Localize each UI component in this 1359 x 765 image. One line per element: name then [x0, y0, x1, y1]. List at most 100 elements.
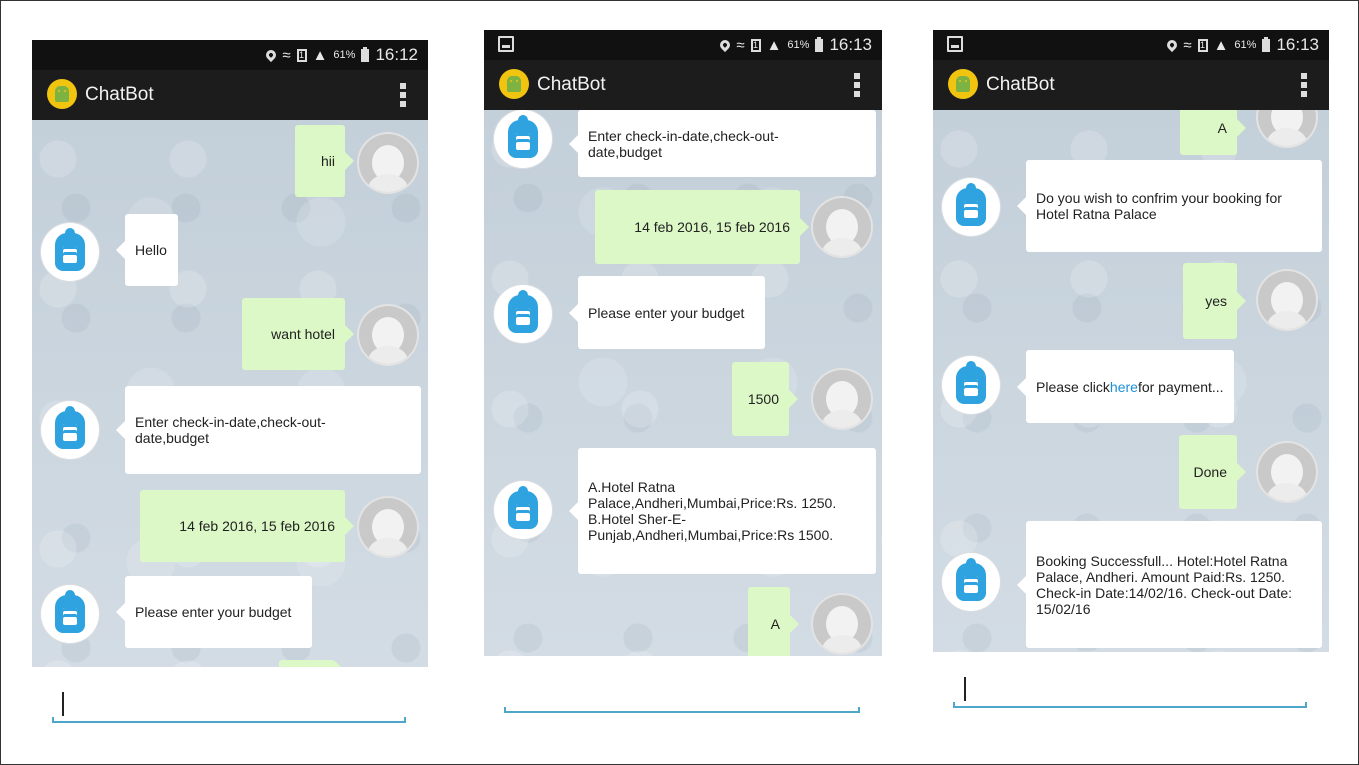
- message-text: hii: [320, 153, 335, 169]
- location-icon: [264, 47, 279, 63]
- user-avatar-icon: [359, 134, 417, 192]
- battery-percent: 61%: [1234, 39, 1257, 51]
- message-input[interactable]: [933, 652, 1329, 740]
- battery-icon: [815, 36, 824, 52]
- text-caret: [62, 692, 64, 716]
- message-text: 1500: [747, 391, 779, 407]
- app-bar: ChatBot: [933, 60, 1329, 110]
- phone-screen-3: ≈ 1 ▲ 61% 16:13 ChatBot A Do you wish to…: [933, 30, 1329, 740]
- message-text: Please enter your budget: [588, 304, 745, 321]
- bot-avatar-icon: [942, 553, 1000, 611]
- chat-list[interactable]: hii Hello want hotel Enter check-in-date…: [32, 120, 428, 667]
- user-avatar-icon: [359, 498, 417, 556]
- bot-avatar-icon: [494, 110, 552, 168]
- bot-avatar-icon: [942, 178, 1000, 236]
- user-avatar-icon: [359, 306, 417, 364]
- bot-message: Please enter your budget: [569, 276, 765, 349]
- overflow-menu-icon[interactable]: [1301, 73, 1307, 97]
- clock: 16:13: [1276, 35, 1319, 54]
- user-avatar-icon: [1258, 443, 1316, 501]
- message-text: want hotel: [271, 326, 335, 342]
- bot-message: Hello: [116, 214, 178, 286]
- input-underline: [953, 702, 1307, 708]
- bot-avatar-icon: [41, 401, 99, 459]
- sim-icon: 1: [296, 48, 307, 62]
- bot-message: Booking Successfull... Hotel:Hotel Ratna…: [1017, 521, 1322, 648]
- payment-link[interactable]: here: [1110, 379, 1138, 395]
- message-text: A: [770, 616, 780, 632]
- message-text: Enter check-in-date,check-out-date,budge…: [588, 127, 779, 160]
- app-logo-icon: [499, 69, 529, 99]
- user-message: A: [748, 587, 799, 656]
- battery-percent: 61%: [333, 49, 356, 61]
- app-title: ChatBot: [537, 74, 606, 95]
- app-logo-icon: [47, 79, 77, 109]
- message-text: 14 feb 2016, 15 feb 2016: [634, 219, 790, 235]
- user-message: 1500: [732, 362, 798, 436]
- signal-icon: ▲: [312, 46, 328, 64]
- input-underline: [504, 707, 860, 713]
- message-text: Done: [1193, 464, 1227, 480]
- wifi-icon: ≈: [736, 36, 745, 54]
- message-input[interactable]: [484, 656, 882, 748]
- message-text: Please clickherefor payment...: [1036, 378, 1224, 395]
- text-caret: [964, 677, 966, 701]
- location-icon: [718, 37, 733, 53]
- user-message: 14 feb 2016, 15 feb 2016: [595, 190, 809, 264]
- message-text: Do you wish to confrim your booking for …: [1036, 190, 1282, 222]
- overflow-menu-icon[interactable]: [854, 73, 860, 97]
- user-avatar-icon: [813, 370, 871, 428]
- overflow-menu-icon[interactable]: [400, 83, 406, 107]
- notification-icon: [498, 36, 514, 52]
- bot-message: Enter check-in-date,check-out-date,budge…: [116, 386, 421, 474]
- message-text: A: [1217, 119, 1227, 136]
- message-text: Hello: [135, 242, 167, 258]
- wifi-icon: ≈: [1183, 36, 1192, 54]
- message-text: 14 feb 2016, 15 feb 2016: [179, 518, 335, 534]
- chat-list[interactable]: A Do you wish to confrim your booking fo…: [933, 110, 1329, 652]
- clock: 16:13: [829, 35, 872, 54]
- user-message: yes: [1183, 263, 1246, 339]
- message-text: yes: [1205, 293, 1227, 309]
- bot-avatar-icon: [494, 481, 552, 539]
- wifi-icon: ≈: [282, 46, 291, 64]
- message-text: A.Hotel Ratna Palace,Andheri,Mumbai,Pric…: [588, 479, 837, 543]
- notification-icon: [947, 36, 963, 52]
- app-logo-icon: [948, 69, 978, 99]
- user-avatar-icon: [1258, 271, 1316, 329]
- phone-screen-2: ≈ 1 ▲ 61% 16:13 ChatBot Enter check-in-d…: [484, 30, 882, 748]
- phone-screen-1: ≈ 1 ▲ 61% 16:12 ChatBot hii Hello want h…: [32, 40, 428, 740]
- input-underline: [52, 717, 406, 723]
- app-bar: ChatBot: [484, 60, 882, 110]
- user-avatar-icon: [1258, 110, 1316, 146]
- message-input[interactable]: [32, 667, 428, 740]
- user-message: hii: [295, 125, 354, 197]
- app-title: ChatBot: [986, 74, 1055, 95]
- bot-message: Please enter your budget: [116, 576, 312, 648]
- app-bar: ChatBot: [32, 70, 428, 120]
- status-bar: ≈ 1 ▲ 61% 16:13: [933, 30, 1329, 60]
- message-text: Enter check-in-date,check-out-date,budge…: [135, 414, 326, 446]
- status-bar: ≈ 1 ▲ 61% 16:12: [32, 40, 428, 70]
- message-text: Booking Successfull... Hotel:Hotel Ratna…: [1036, 552, 1293, 617]
- location-icon: [1165, 37, 1180, 53]
- bot-avatar-icon: [41, 585, 99, 643]
- status-bar: ≈ 1 ▲ 61% 16:13: [484, 30, 882, 60]
- bot-message: Enter check-in-date,check-out-date,budge…: [569, 110, 876, 177]
- sim-icon: 1: [750, 38, 761, 52]
- battery-icon: [1262, 36, 1271, 52]
- user-message: 14 feb 2016, 15 feb 2016: [140, 490, 354, 562]
- user-avatar-icon: [813, 198, 871, 256]
- sim-icon: 1: [1197, 38, 1208, 52]
- bot-avatar-icon: [942, 356, 1000, 414]
- bot-message: Please clickherefor payment...: [1017, 350, 1234, 423]
- battery-icon: [361, 46, 370, 62]
- signal-icon: ▲: [1213, 36, 1229, 54]
- bot-avatar-icon: [494, 285, 552, 343]
- signal-icon: ▲: [766, 36, 782, 54]
- bot-avatar-icon: [41, 223, 99, 281]
- message-text: Please enter your budget: [135, 604, 292, 620]
- bot-message: Do you wish to confrim your booking for …: [1017, 160, 1322, 252]
- chat-list[interactable]: Enter check-in-date,check-out-date,budge…: [484, 110, 882, 656]
- user-message: Done: [1179, 435, 1246, 509]
